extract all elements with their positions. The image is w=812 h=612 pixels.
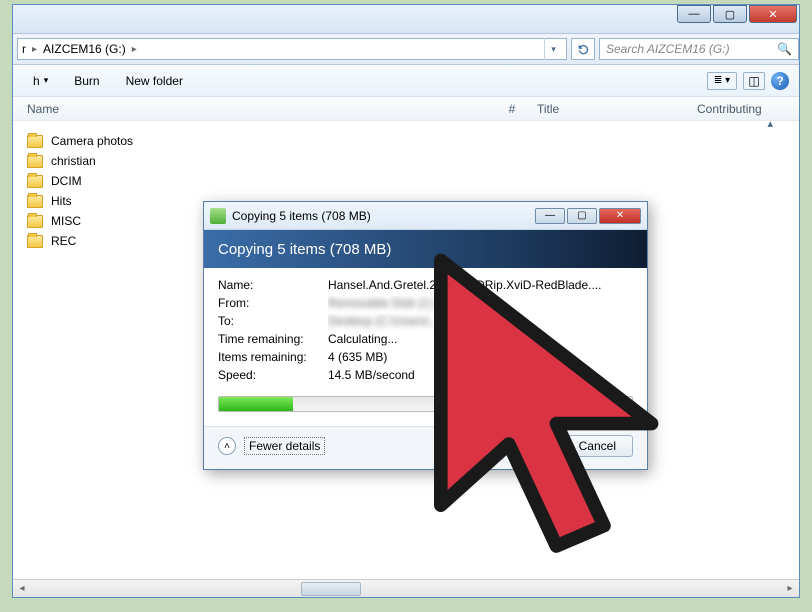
- breadcrumb-drive[interactable]: AIZCEM16 (G:): [43, 42, 126, 56]
- copy-dialog: Copying 5 items (708 MB) — ▢ ✕ Copying 5…: [203, 201, 648, 470]
- scroll-track[interactable]: [31, 581, 781, 597]
- label-items: Items remaining:: [218, 350, 328, 368]
- label-speed: Speed:: [218, 368, 328, 386]
- chevron-down-icon: ▾: [44, 75, 49, 86]
- address-dropdown-icon[interactable]: ▾: [544, 38, 562, 60]
- window-maximize-button[interactable]: ▢: [713, 5, 747, 23]
- dialog-titlebar[interactable]: Copying 5 items (708 MB) — ▢ ✕: [204, 202, 647, 230]
- scroll-up-icon[interactable]: ▴: [767, 117, 773, 130]
- list-item[interactable]: DCIM: [27, 171, 785, 191]
- help-icon[interactable]: ?: [771, 72, 789, 90]
- value-from: Removable Disk (I:): [328, 296, 633, 314]
- chevron-right-icon: ▸: [32, 44, 37, 55]
- dialog-minimize-button[interactable]: —: [535, 208, 565, 224]
- column-headers: Name # Title Contributing: [13, 97, 799, 121]
- toolbar-back-fragment[interactable]: h ▾: [23, 71, 58, 91]
- list-item[interactable]: christian: [27, 151, 785, 171]
- copy-icon: [210, 208, 226, 224]
- file-name: christian: [51, 154, 96, 168]
- scroll-thumb[interactable]: [301, 582, 361, 596]
- label-time: Time remaining:: [218, 332, 328, 350]
- file-name: REC: [51, 234, 76, 248]
- new-folder-button[interactable]: New folder: [116, 71, 193, 91]
- dialog-maximize-button[interactable]: ▢: [567, 208, 597, 224]
- address-bar[interactable]: r ▸ AIZCEM16 (G:) ▸ ▾: [17, 38, 567, 60]
- value-time: Calculating...: [328, 332, 633, 350]
- cancel-button[interactable]: Cancel: [562, 435, 633, 457]
- value-items: 4 (635 MB): [328, 350, 633, 368]
- fewer-details-button[interactable]: Fewer details: [244, 437, 325, 455]
- folder-icon: [27, 215, 43, 228]
- view-options-button[interactable]: ≣ ▾: [707, 72, 737, 90]
- value-speed: 14.5 MB/second: [328, 368, 633, 386]
- window-close-button[interactable]: ✕: [749, 5, 797, 23]
- column-name[interactable]: Name: [27, 102, 487, 116]
- search-input[interactable]: Search AIZCEM16 (G:) 🔍: [599, 38, 799, 60]
- address-bar-row: r ▸ AIZCEM16 (G:) ▸ ▾ Search AIZCEM16 (G…: [13, 33, 799, 65]
- label-name: Name:: [218, 278, 328, 296]
- dialog-close-button[interactable]: ✕: [599, 208, 641, 224]
- chevron-right-icon: ▸: [132, 44, 137, 55]
- value-name: Hansel.And.Gretel.2013.DVDRip.XviD-RedBl…: [328, 278, 633, 296]
- list-item[interactable]: Camera photos: [27, 131, 785, 151]
- window-minimize-button[interactable]: —: [677, 5, 711, 23]
- value-to: Desktop (C:\Users\...): [328, 314, 633, 332]
- file-name: Camera photos: [51, 134, 133, 148]
- file-name: DCIM: [51, 174, 82, 188]
- file-name: Hits: [51, 194, 72, 208]
- refresh-button[interactable]: [571, 38, 595, 60]
- column-title[interactable]: Title: [537, 102, 697, 116]
- dialog-footer: ˄ Fewer details Cancel: [204, 426, 647, 469]
- progress-fill: [219, 397, 293, 411]
- horizontal-scrollbar[interactable]: ◂ ▸: [13, 579, 799, 597]
- folder-icon: [27, 195, 43, 208]
- explorer-window: — ▢ ✕ r ▸ AIZCEM16 (G:) ▸ ▾ Search AIZCE…: [12, 4, 800, 598]
- label-to: To:: [218, 314, 328, 332]
- search-icon: 🔍: [777, 42, 792, 56]
- breadcrumb-prefix: r: [22, 42, 26, 56]
- column-number[interactable]: #: [487, 102, 537, 116]
- folder-icon: [27, 155, 43, 168]
- folder-icon: [27, 235, 43, 248]
- collapse-icon[interactable]: ˄: [218, 437, 236, 455]
- refresh-icon: [577, 43, 590, 56]
- progress-bar: [218, 396, 633, 412]
- scroll-right-icon[interactable]: ▸: [781, 581, 799, 597]
- column-contributing[interactable]: Contributing: [697, 102, 799, 116]
- file-name: MISC: [51, 214, 81, 228]
- dialog-body: Name:Hansel.And.Gretel.2013.DVDRip.XviD-…: [204, 268, 647, 426]
- scroll-left-icon[interactable]: ◂: [13, 581, 31, 597]
- burn-button[interactable]: Burn: [64, 71, 109, 91]
- folder-icon: [27, 135, 43, 148]
- dialog-header: Copying 5 items (708 MB): [204, 230, 647, 268]
- window-titlebar: — ▢ ✕: [13, 5, 799, 33]
- dialog-title: Copying 5 items (708 MB): [232, 209, 371, 223]
- search-placeholder: Search AIZCEM16 (G:): [606, 42, 730, 56]
- label-from: From:: [218, 296, 328, 314]
- preview-pane-button[interactable]: ◫: [743, 72, 765, 90]
- toolbar: h ▾ Burn New folder ≣ ▾ ◫ ?: [13, 65, 799, 97]
- folder-icon: [27, 175, 43, 188]
